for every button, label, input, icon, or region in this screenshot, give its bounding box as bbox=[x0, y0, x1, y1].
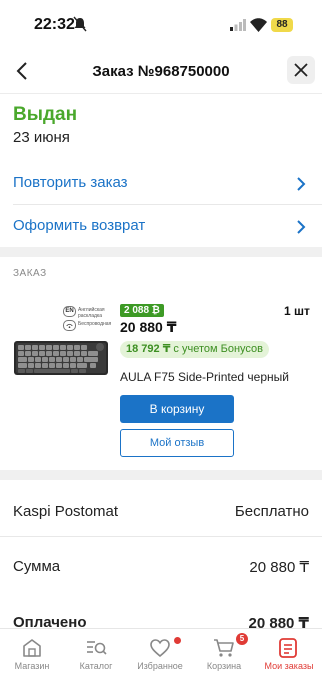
order-status: Выдан bbox=[13, 104, 78, 125]
product-image[interactable] bbox=[12, 305, 110, 377]
battery-indicator: 88 bbox=[271, 18, 293, 32]
catalog-search-icon bbox=[87, 641, 107, 655]
nav-my-orders[interactable]: Мои заказы bbox=[256, 629, 322, 689]
close-button[interactable] bbox=[287, 56, 315, 84]
nav-favorites[interactable]: Избранное bbox=[128, 629, 192, 689]
bell-muted-icon bbox=[73, 16, 87, 32]
sum-value: 20 880 ₸ bbox=[249, 559, 309, 576]
repeat-order-label: Повторить заказ bbox=[13, 174, 128, 191]
return-order-row[interactable]: Оформить возврат bbox=[0, 205, 322, 247]
nav-label: Корзина bbox=[206, 661, 242, 671]
product-price: 20 880 ₸ bbox=[120, 319, 177, 335]
nav-label: Каталог bbox=[79, 661, 113, 671]
sum-row: Сумма 20 880 ₸ bbox=[0, 546, 322, 586]
signal-icon bbox=[230, 19, 246, 31]
section-separator bbox=[0, 247, 322, 257]
cart-icon bbox=[214, 639, 234, 657]
orders-icon bbox=[279, 638, 297, 658]
bonus-price-suffix: с учетом Бонусов bbox=[170, 343, 263, 355]
header: Заказ №968750000 bbox=[0, 48, 322, 94]
divider bbox=[0, 536, 322, 537]
return-order-label: Оформить возврат bbox=[13, 217, 146, 234]
bottom-nav: Магазин Каталог Избранное Корзина 5 Мои … bbox=[0, 628, 322, 700]
favorites-indicator-dot bbox=[174, 637, 181, 644]
delivery-label: Kaspi Postomat bbox=[13, 503, 119, 520]
repeat-order-row[interactable]: Повторить заказ bbox=[0, 162, 322, 204]
chevron-right-icon bbox=[297, 220, 306, 234]
product-quantity: 1 шт bbox=[284, 304, 310, 318]
delivery-row: Kaspi Postomat Бесплатно bbox=[0, 491, 322, 531]
nav-store[interactable]: Магазин bbox=[0, 629, 64, 689]
nav-catalog[interactable]: Каталог bbox=[64, 629, 128, 689]
status-bar: 22:32 88 bbox=[0, 0, 322, 48]
wifi-icon bbox=[250, 18, 267, 32]
back-arrow-icon[interactable] bbox=[10, 58, 36, 84]
nav-label: Магазин bbox=[14, 661, 50, 671]
add-to-cart-button[interactable]: В корзину bbox=[120, 395, 234, 423]
sum-label: Сумма bbox=[13, 558, 61, 575]
section-separator bbox=[0, 470, 322, 480]
cart-count-badge: 5 bbox=[236, 633, 248, 645]
nav-label: Избранное bbox=[137, 661, 183, 671]
section-label: ЗАКАЗ bbox=[13, 268, 47, 279]
order-date: 23 июня bbox=[13, 129, 70, 146]
my-review-button[interactable]: Мой отзыв bbox=[120, 429, 234, 457]
bonus-price-pill: 18 792 ₸ с учетом Бонусов bbox=[120, 341, 269, 358]
chevron-right-icon bbox=[297, 177, 306, 191]
store-icon bbox=[23, 639, 41, 657]
page-title: Заказ №968750000 bbox=[92, 63, 230, 80]
bonus-tag: 2 088 ₿ bbox=[120, 304, 164, 317]
delivery-value: Бесплатно bbox=[234, 503, 309, 520]
close-icon bbox=[294, 63, 308, 77]
nav-label: Мои заказы bbox=[264, 661, 314, 671]
product-name[interactable]: AULA F75 Side-Printed черный bbox=[120, 370, 289, 384]
heart-icon bbox=[150, 639, 170, 658]
status-time: 22:32 bbox=[34, 16, 75, 33]
bonus-price: 18 792 ₸ bbox=[126, 343, 171, 355]
